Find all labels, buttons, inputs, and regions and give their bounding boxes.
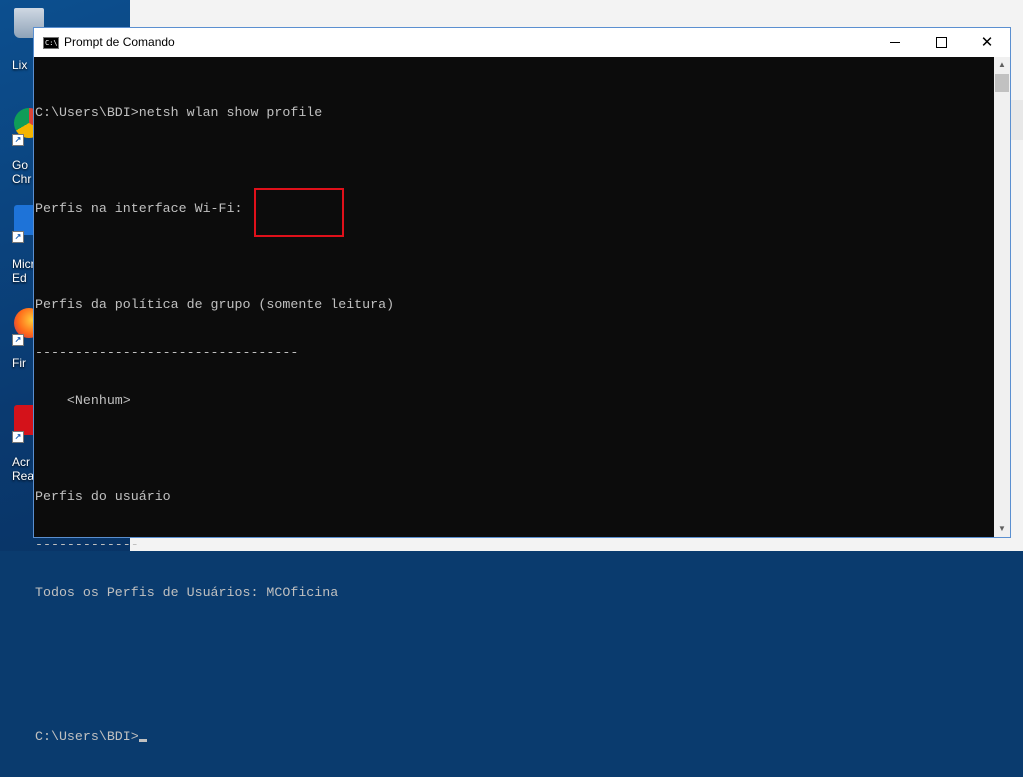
- console-line: Perfis na interface Wi-Fi:: [35, 201, 243, 216]
- shortcut-arrow-icon: ↗: [12, 231, 24, 243]
- console-line: Perfis da política de grupo (somente lei…: [35, 297, 395, 312]
- console-line: <Nenhum>: [35, 393, 131, 408]
- console-line: Todos os Perfis de Usuários: MCOficina: [35, 585, 339, 600]
- console-line: ---------------------------------: [35, 345, 299, 360]
- minimize-icon: [890, 42, 900, 43]
- shortcut-arrow-icon: ↗: [12, 334, 24, 346]
- close-icon: ✕: [980, 33, 994, 51]
- prompt-text: C:\Users\BDI>: [35, 729, 139, 744]
- minimize-button[interactable]: [872, 28, 918, 57]
- scroll-thumb[interactable]: [995, 74, 1009, 92]
- console-line: C:\Users\BDI>netsh wlan show profile: [35, 105, 323, 120]
- maximize-button[interactable]: [918, 28, 964, 57]
- shortcut-arrow-icon: ↗: [12, 431, 24, 443]
- console-output[interactable]: C:\Users\BDI>netsh wlan show profile Per…: [34, 57, 994, 744]
- console-line: Perfis do usuário: [35, 489, 171, 504]
- cmd-icon[interactable]: C:\: [43, 37, 59, 49]
- prompt-line[interactable]: C:\Users\BDI>: [35, 729, 994, 745]
- window-title: Prompt de Comando: [64, 35, 175, 49]
- highlight-box-mcoficina: [254, 188, 344, 237]
- close-button[interactable]: ✕: [964, 28, 1010, 57]
- scroll-up-arrow-icon[interactable]: ▲: [994, 57, 1010, 73]
- vertical-scrollbar[interactable]: ▲ ▼: [994, 57, 1010, 537]
- title-bar[interactable]: C:\ Prompt de Comando ✕: [34, 28, 1010, 57]
- command-prompt-window[interactable]: C:\ Prompt de Comando ✕ C:\Users\BDI>net…: [33, 27, 1011, 744]
- text-cursor: [138, 739, 147, 742]
- shortcut-arrow-icon: ↗: [12, 134, 24, 146]
- scroll-down-arrow-icon[interactable]: ▼: [994, 521, 1010, 537]
- background-window-strip: [1010, 100, 1023, 140]
- maximize-icon: [936, 37, 947, 48]
